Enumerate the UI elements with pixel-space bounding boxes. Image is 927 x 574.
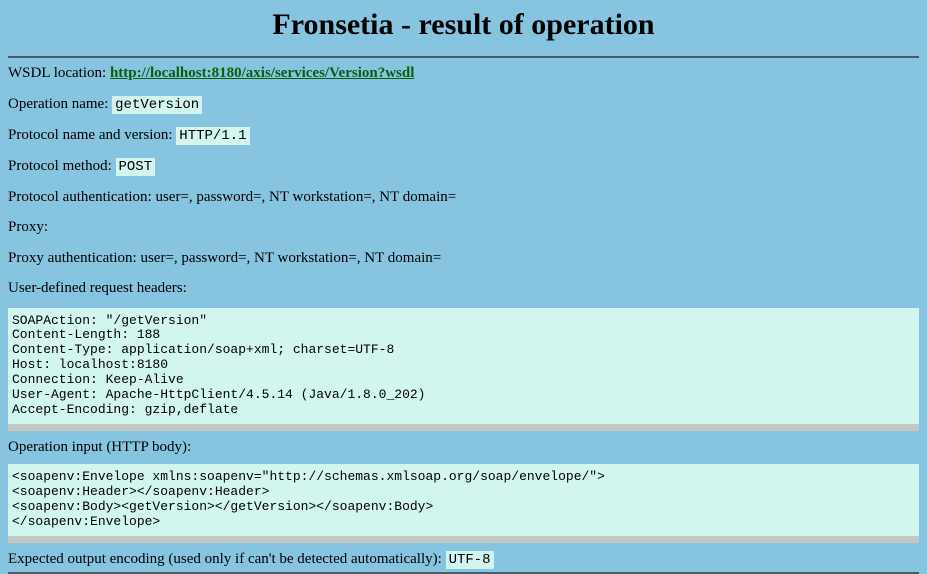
wsdl-label: WSDL location: bbox=[8, 65, 110, 81]
input-content: <soapenv:Envelope xmlns:soapenv="http://… bbox=[8, 464, 919, 536]
proxy-label: Proxy: bbox=[8, 219, 48, 235]
encoding-value: UTF-8 bbox=[446, 551, 494, 569]
auth-label: Protocol authentication: user=, password… bbox=[8, 189, 456, 205]
wsdl-row: WSDL location: http://localhost:8180/axi… bbox=[8, 58, 919, 89]
wsdl-link[interactable]: http://localhost:8180/axis/services/Vers… bbox=[110, 65, 414, 81]
encoding-label: Expected output encoding (used only if c… bbox=[8, 551, 446, 567]
protocol-label: Protocol name and version: bbox=[8, 127, 176, 143]
input-label-row: Operation input (HTTP body): bbox=[8, 431, 919, 460]
proxy-row: Proxy: bbox=[8, 212, 919, 243]
proxy-auth-label: Proxy authentication: user=, password=, … bbox=[8, 250, 441, 266]
operation-value: getVersion bbox=[112, 96, 202, 114]
headers-content: SOAPAction: "/getVersion" Content-Length… bbox=[8, 308, 919, 425]
page-title: Fronsetia - result of operation bbox=[8, 0, 919, 56]
input-label: Operation input (HTTP body): bbox=[8, 439, 191, 455]
protocol-row: Protocol name and version: HTTP/1.1 bbox=[8, 120, 919, 151]
proxy-auth-row: Proxy authentication: user=, password=, … bbox=[8, 243, 919, 274]
protocol-value: HTTP/1.1 bbox=[176, 127, 249, 145]
method-row: Protocol method: POST bbox=[8, 151, 919, 182]
gray-bar bbox=[8, 424, 919, 431]
encoding-row: Expected output encoding (used only if c… bbox=[8, 543, 919, 572]
headers-label-row: User-defined request headers: bbox=[8, 273, 919, 304]
operation-row: Operation name: getVersion bbox=[8, 89, 919, 120]
method-label: Protocol method: bbox=[8, 158, 116, 174]
method-value: POST bbox=[116, 158, 156, 176]
operation-label: Operation name: bbox=[8, 96, 112, 112]
gray-bar bbox=[8, 536, 919, 543]
headers-label: User-defined request headers: bbox=[8, 280, 187, 296]
auth-row: Protocol authentication: user=, password… bbox=[8, 182, 919, 213]
